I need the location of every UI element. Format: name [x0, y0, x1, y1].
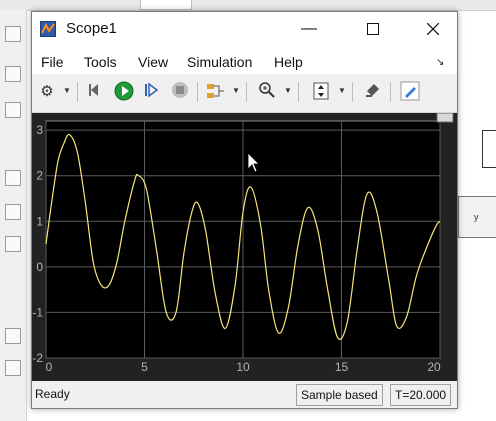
palette-tool-icon[interactable]	[5, 170, 21, 186]
scope-plot[interactable]: 0 5 10 15 203210-1-2	[32, 113, 457, 381]
palette-tool-icon[interactable]	[5, 66, 21, 82]
palette-tool-icon[interactable]	[5, 360, 21, 376]
maximize-icon	[367, 22, 379, 35]
step-forward-glyph	[145, 82, 159, 98]
toolbar-divider	[77, 82, 78, 102]
menu-bar: File Tools View Simulation Help ↘	[32, 46, 457, 74]
outport-label: y	[474, 212, 479, 222]
palette-tool-icon[interactable]	[5, 236, 21, 252]
run-glyph	[114, 81, 134, 101]
status-ready: Ready	[35, 387, 70, 401]
y-tick-label: -1	[32, 305, 43, 319]
step-forward-icon[interactable]	[140, 81, 162, 103]
edit-glyph	[400, 81, 420, 101]
chevron-down-icon[interactable]: ▼	[232, 86, 240, 95]
stop-glyph	[172, 82, 188, 98]
stop-icon[interactable]	[169, 81, 191, 103]
toolbar-divider	[197, 82, 198, 102]
signal-select-glyph	[207, 84, 224, 98]
chevron-down-icon[interactable]: ▼	[338, 86, 346, 95]
x-tick-label: 0	[46, 360, 53, 374]
chevron-down-icon[interactable]: ▼	[63, 86, 71, 95]
palette-tool-icon[interactable]	[5, 102, 21, 118]
step-back-icon[interactable]	[84, 81, 106, 103]
zoom-glyph	[259, 82, 275, 98]
outport-block-y[interactable]: y	[458, 196, 496, 238]
toolbar: ⚙ ▼ ▼ ▼ ▼	[32, 74, 457, 113]
model-tab[interactable]	[140, 0, 192, 10]
model-block[interactable]	[482, 130, 496, 168]
menu-view[interactable]: View	[138, 54, 168, 70]
maximize-button[interactable]	[350, 12, 396, 46]
signal-select-icon[interactable]	[204, 81, 226, 103]
x-tick-label: 15	[335, 360, 349, 374]
settings-icon[interactable]: ⚙	[36, 81, 58, 103]
title-bar[interactable]: Scope1 —	[32, 12, 457, 46]
window-title: Scope1	[66, 20, 117, 37]
menu-help[interactable]: Help	[274, 54, 303, 70]
y-tick-label: -2	[32, 351, 43, 365]
menu-simulation[interactable]: Simulation	[187, 54, 252, 70]
y-tick-label: 0	[36, 260, 43, 274]
y-tick-label: 3	[36, 123, 43, 137]
y-tick-label: 2	[36, 169, 43, 183]
run-icon[interactable]	[113, 81, 135, 103]
minimize-button[interactable]: —	[286, 12, 332, 46]
plot-panel[interactable]: 0 5 10 15 20 3 2 1 0 -1 -2	[32, 113, 457, 381]
toolbar-divider	[352, 82, 353, 102]
close-icon	[426, 22, 440, 36]
menu-file[interactable]: File	[41, 54, 64, 70]
status-bar: Ready Sample based T=20.000	[32, 381, 457, 408]
status-sample-mode: Sample based	[296, 384, 383, 406]
scope-app-icon	[40, 21, 56, 37]
model-palette	[0, 10, 27, 421]
maximize-axes-icon[interactable]	[436, 113, 454, 123]
palette-tool-icon[interactable]	[5, 204, 21, 220]
x-tick-label: 20	[427, 360, 441, 374]
scope-window: Scope1 — File Tools View Simulation Help…	[31, 11, 458, 409]
undock-icon[interactable]: ↘	[436, 57, 444, 68]
toolbar-divider	[298, 82, 299, 102]
toolbar-divider	[390, 82, 391, 102]
menu-tools[interactable]: Tools	[84, 54, 117, 70]
autoscale-icon[interactable]	[310, 81, 332, 103]
y-tick-label: 1	[36, 214, 43, 228]
toolbar-divider	[246, 82, 247, 102]
palette-tool-icon[interactable]	[5, 26, 21, 42]
zoom-icon[interactable]	[256, 81, 278, 103]
x-tick-label: 5	[141, 360, 148, 374]
highlight-icon[interactable]	[362, 81, 384, 103]
highlight-glyph	[366, 84, 379, 97]
edit-icon[interactable]	[399, 81, 421, 103]
palette-tool-icon[interactable]	[5, 328, 21, 344]
x-tick-label: 10	[236, 360, 250, 374]
autoscale-glyph	[313, 82, 329, 100]
chevron-down-icon[interactable]: ▼	[284, 86, 292, 95]
close-button[interactable]	[410, 12, 456, 46]
step-back-glyph	[89, 84, 98, 96]
status-time: T=20.000	[390, 384, 452, 406]
model-tab-bar	[0, 0, 496, 11]
